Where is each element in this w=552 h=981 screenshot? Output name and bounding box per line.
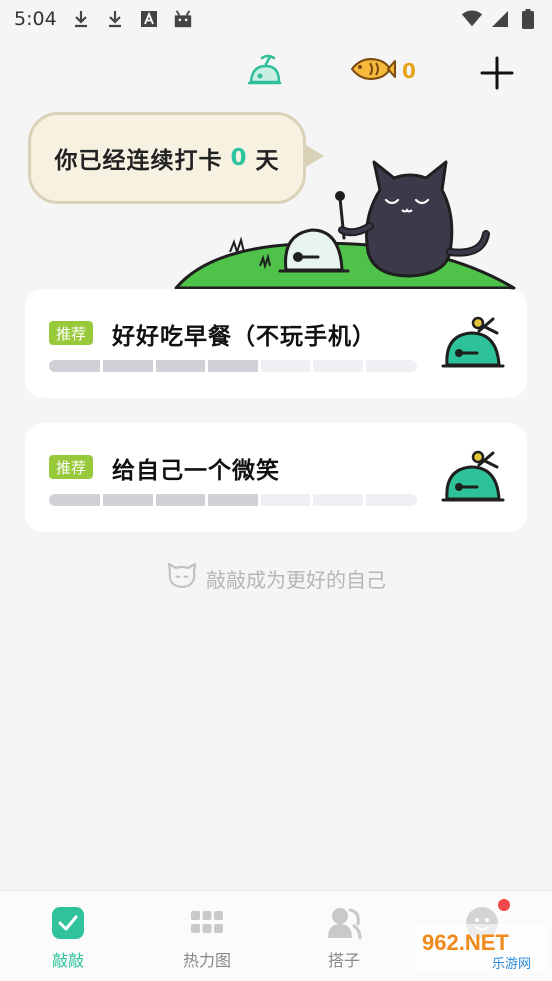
font-a-icon bbox=[139, 9, 159, 29]
progress-divider bbox=[205, 494, 209, 506]
top-toolbar: 0 bbox=[0, 50, 552, 96]
battery-icon bbox=[518, 9, 538, 29]
recommend-tag: 推荐 bbox=[49, 455, 94, 479]
task-progress-bar bbox=[49, 360, 417, 372]
task-card[interactable]: 推荐 给自己一个微笑 bbox=[25, 423, 527, 532]
fish-coin-balance[interactable]: 0 bbox=[348, 54, 416, 88]
wooden-fish-icon[interactable] bbox=[441, 443, 505, 507]
signal-icon bbox=[490, 9, 510, 29]
ufo-icon[interactable] bbox=[244, 52, 284, 92]
progress-divider bbox=[100, 360, 104, 372]
recommend-tag: 推荐 bbox=[49, 321, 94, 345]
status-bar: 5:04 bbox=[0, 0, 552, 38]
tab-label: 敲敲 bbox=[51, 951, 84, 970]
tab-label: 搭子 bbox=[327, 951, 360, 970]
slogan: 敲敲成为更好的自己 bbox=[0, 562, 552, 595]
site-watermark: 962.NET 乐游网 bbox=[414, 924, 548, 972]
plus-icon bbox=[480, 56, 514, 90]
status-time: 5:04 bbox=[14, 8, 57, 30]
progress-divider bbox=[310, 494, 314, 506]
progress-divider bbox=[152, 360, 156, 372]
wifi-icon bbox=[462, 9, 482, 29]
cat-mascot-illustration bbox=[174, 160, 516, 290]
progress-divider bbox=[100, 494, 104, 506]
slogan-text: 敲敲成为更好的自己 bbox=[206, 568, 386, 592]
tab-knock[interactable]: 敲敲 bbox=[18, 905, 118, 971]
task-card[interactable]: 推荐 好好吃早餐（不玩手机） bbox=[25, 289, 527, 398]
watermark-subtitle: 乐游网 bbox=[492, 957, 531, 972]
progress-divider bbox=[362, 494, 366, 506]
task-title: 给自己一个微笑 bbox=[112, 458, 280, 484]
progress-divider bbox=[152, 494, 156, 506]
progress-divider bbox=[257, 360, 261, 372]
buddy-icon bbox=[326, 905, 362, 941]
task-progress-bar bbox=[49, 494, 417, 506]
watermark-brand: 962.NET bbox=[422, 930, 509, 955]
task-title: 好好吃早餐（不玩手机） bbox=[112, 324, 376, 350]
notification-badge bbox=[498, 899, 510, 911]
fish-coin-icon bbox=[348, 54, 396, 88]
tab-buddy[interactable]: 搭子 bbox=[294, 905, 394, 971]
download-icon bbox=[71, 9, 91, 29]
check-icon bbox=[50, 905, 86, 941]
add-button[interactable] bbox=[476, 52, 518, 94]
progress-divider bbox=[310, 360, 314, 372]
streak-hero: 你已经连续打卡 0 天 bbox=[0, 106, 552, 292]
grid-icon bbox=[189, 905, 225, 941]
tab-heatmap[interactable]: 热力图 bbox=[157, 905, 257, 971]
progress-divider bbox=[362, 360, 366, 372]
progress-divider bbox=[205, 360, 209, 372]
wooden-fish-icon[interactable] bbox=[441, 309, 505, 373]
progress-divider bbox=[257, 494, 261, 506]
cat-face-icon bbox=[166, 562, 198, 595]
download-icon bbox=[105, 9, 125, 29]
coin-count: 0 bbox=[402, 59, 416, 83]
android-icon bbox=[173, 9, 193, 29]
tab-label: 热力图 bbox=[182, 951, 231, 970]
